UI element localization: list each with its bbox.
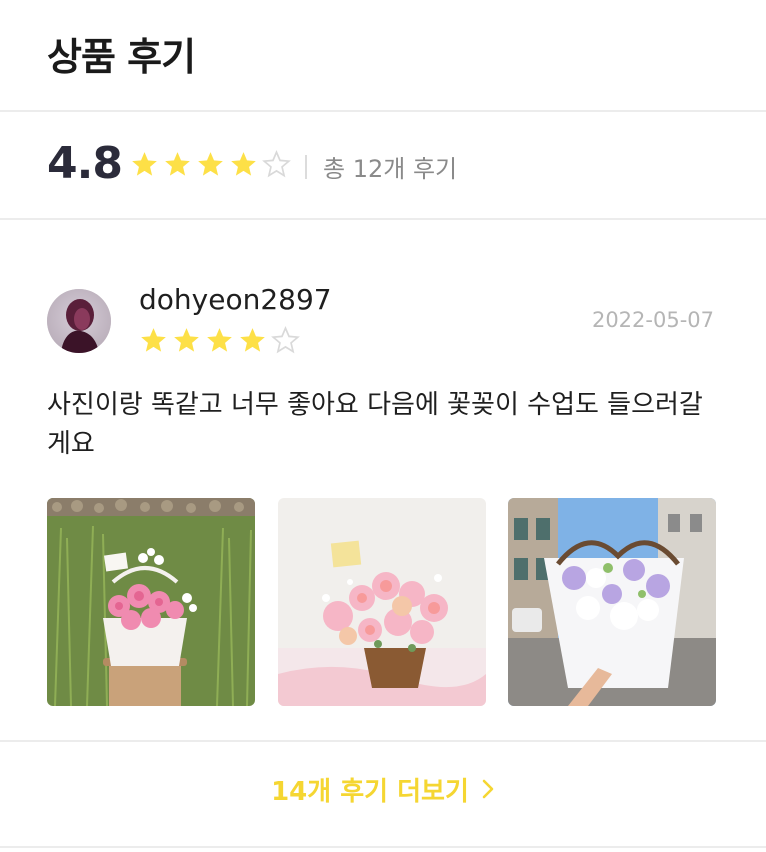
star-icon xyxy=(165,152,190,176)
more-reviews-content: 14개 후기 더보기 xyxy=(271,771,495,818)
star-icon xyxy=(132,152,157,176)
star-icon xyxy=(198,152,223,176)
divider xyxy=(305,155,307,179)
review-photo-1[interactable] xyxy=(47,498,255,706)
star-icon xyxy=(240,328,265,352)
header: 상품 후기 xyxy=(0,0,766,112)
star-icon xyxy=(262,150,291,178)
star-icon xyxy=(207,328,232,352)
star-icon xyxy=(271,326,300,354)
review-star-rating xyxy=(139,326,300,355)
rating-summary: 4.8 총 12개 후기 xyxy=(0,112,766,220)
more-reviews-button[interactable]: 14개 후기 더보기 xyxy=(0,742,766,848)
total-review-count: 총 12개 후기 xyxy=(323,155,458,183)
review-photo-3[interactable] xyxy=(508,498,716,706)
summary-star-rating xyxy=(130,150,291,179)
review-username[interactable]: dohyeon2897 xyxy=(139,283,332,316)
more-reviews-label: 14개 후기 더보기 xyxy=(271,776,469,807)
chevron-right-icon xyxy=(481,778,495,800)
page-title: 상품 후기 xyxy=(47,35,196,79)
review-photo-2[interactable] xyxy=(278,498,486,706)
average-rating: 4.8 xyxy=(47,138,123,189)
star-icon xyxy=(141,328,166,352)
star-icon xyxy=(174,328,199,352)
review-date: 2022-05-07 xyxy=(591,308,714,332)
avatar[interactable] xyxy=(47,289,111,353)
star-icon xyxy=(231,152,256,176)
review-card: dohyeon2897 2022-05-07 사진이랑 똑같고 너무 좋아요 다… xyxy=(0,220,766,742)
review-text: 사진이랑 똑같고 너무 좋아요 다음에 꽃꽂이 수업도 들으러갈게요 xyxy=(47,390,703,459)
